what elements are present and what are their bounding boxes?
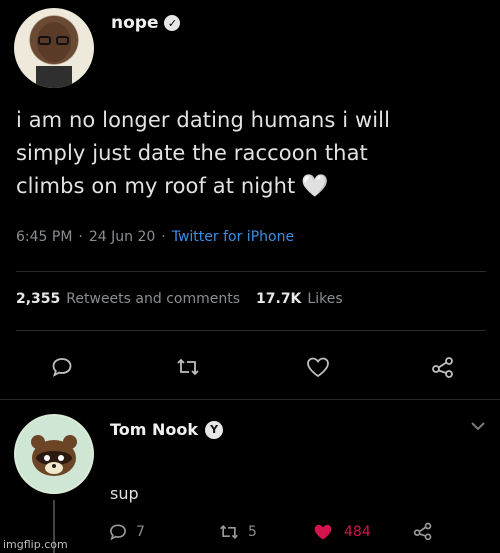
tweet-time[interactable]: 6:45 PM [16, 229, 72, 245]
reply-icon[interactable] [50, 355, 74, 379]
reply-icon [108, 522, 128, 542]
author-name[interactable]: nope [111, 13, 158, 33]
reply-header: Tom Nook Y [110, 420, 224, 439]
retweet-icon[interactable] [175, 355, 201, 379]
reply-text: sup [110, 484, 139, 503]
tweet-text: i am no longer dating humans i will simp… [16, 104, 486, 203]
tweet-text-line: climbs on my roof at night [16, 174, 296, 198]
tweet-source[interactable]: Twitter for iPhone [172, 229, 294, 245]
reply-author-name[interactable]: Tom Nook [110, 420, 198, 439]
author-header: nope ✓ [111, 13, 181, 33]
reply-count: 7 [136, 524, 145, 540]
watermark: imgflip.com [3, 538, 68, 551]
divider [16, 271, 486, 272]
like-icon[interactable] [305, 355, 331, 379]
badge-icon: Y [205, 420, 224, 439]
author-avatar[interactable] [14, 8, 94, 88]
tweet-stats: 2,355 Retweets and comments 17.7K Likes [16, 291, 343, 307]
share-icon[interactable] [412, 521, 434, 541]
likes-label[interactable]: Likes [307, 291, 342, 307]
retweet-icon [218, 522, 240, 542]
reply-action-like[interactable]: 484 [312, 522, 371, 542]
share-icon[interactable] [430, 355, 456, 379]
like-count: 484 [344, 524, 371, 540]
tweet-text-line: simply just date the raccoon that [16, 141, 368, 165]
reply-action-retweet[interactable]: 5 [218, 522, 257, 542]
like-filled-icon [312, 522, 334, 542]
tweet-date[interactable]: 24 Jun 20 [89, 229, 155, 245]
verified-icon: ✓ [164, 15, 181, 31]
avatar-face-icon [36, 22, 72, 88]
white-heart-emoji: 🤍 [301, 174, 329, 199]
tweet-text-line: i am no longer dating humans i will [16, 108, 391, 132]
tweet-meta: 6:45 PM · 24 Jun 20 · Twitter for iPhone [16, 229, 295, 245]
divider [0, 399, 500, 400]
reply-action-reply[interactable]: 7 [108, 522, 145, 542]
raccoon-avatar-icon [16, 416, 92, 492]
divider [16, 330, 486, 331]
retweets-label[interactable]: Retweets and comments [66, 291, 240, 307]
likes-count[interactable]: 17.7K [256, 291, 301, 307]
retweet-count: 5 [248, 524, 257, 540]
chevron-down-icon[interactable] [470, 420, 486, 432]
retweets-count[interactable]: 2,355 [16, 291, 60, 307]
reply-author-avatar[interactable] [14, 414, 94, 494]
